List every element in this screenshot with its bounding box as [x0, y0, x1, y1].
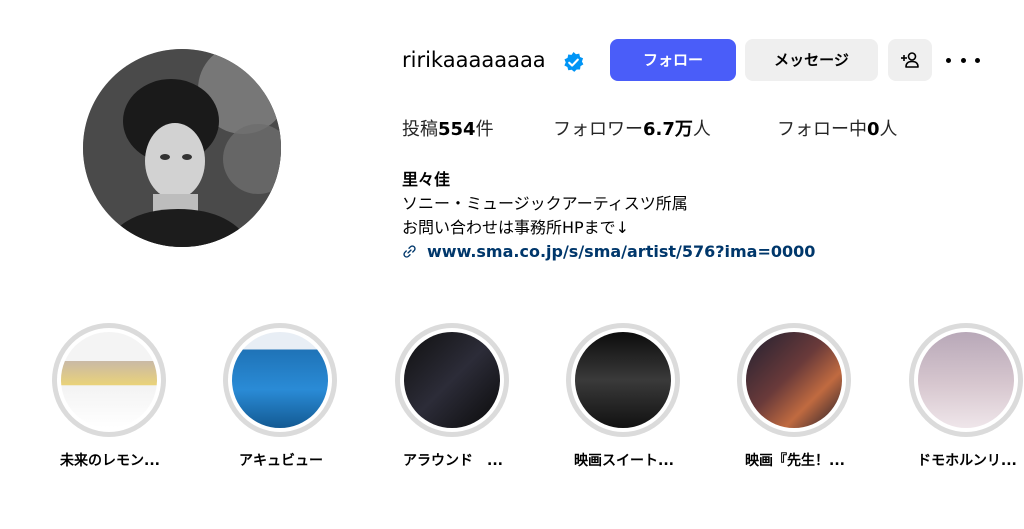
- highlight-label: アキュビュー: [239, 453, 323, 469]
- more-options-icon[interactable]: [946, 45, 980, 75]
- following-label: フォロー中: [777, 119, 867, 140]
- highlight-cover-image: [575, 332, 671, 428]
- highlight-ring: [223, 323, 337, 437]
- dot: [975, 57, 980, 63]
- highlight-label: アラウンド ...: [403, 453, 503, 469]
- bio-text-line: お問い合わせは事務所HPまで↓: [402, 218, 630, 237]
- story-highlight[interactable]: ドモホルンリ...: [902, 323, 1024, 473]
- story-highlight[interactable]: 映画スイート...: [559, 323, 689, 473]
- highlight-cover-image: [232, 332, 328, 428]
- highlight-label: ドモホルンリ...: [917, 453, 1017, 469]
- highlight-ring: [909, 323, 1023, 437]
- highlight-inner: [914, 328, 1018, 432]
- following-count[interactable]: フォロー中0人: [777, 116, 898, 144]
- person-add-icon: [901, 52, 919, 68]
- followers-number: 6.7万: [643, 119, 693, 140]
- following-unit: 人: [879, 119, 898, 140]
- story-highlight[interactable]: 未来のレモン...: [45, 323, 175, 473]
- suggested-users-button[interactable]: [888, 39, 932, 81]
- dot: [960, 57, 966, 63]
- followers-count[interactable]: フォロワー6.7万人: [553, 116, 711, 144]
- highlight-inner: [57, 328, 161, 432]
- verified-badge-icon: [564, 51, 584, 72]
- highlight-ring: [737, 323, 851, 437]
- bio-link-text[interactable]: www.sma.co.jp/s/sma/artist/576?ima=0000: [427, 242, 815, 261]
- profile-page: ririkaaaaaaaa フォロー メッセージ 投稿554件 フォロワー6.7…: [0, 0, 1024, 529]
- highlight-label: 映画『先生！...: [745, 453, 845, 469]
- highlight-ring: [395, 323, 509, 437]
- highlight-cover-image: [918, 332, 1014, 428]
- posts-unit: 件: [475, 119, 494, 140]
- bio-link[interactable]: www.sma.co.jp/s/sma/artist/576?ima=0000: [402, 240, 815, 262]
- highlight-label: 未来のレモン...: [60, 453, 160, 469]
- highlight-inner: [742, 328, 846, 432]
- bio-text-line: ソニー・ミュージックアーティスツ所属: [402, 194, 688, 213]
- followers-unit: 人: [692, 119, 711, 140]
- link-icon: [403, 244, 416, 258]
- highlight-inner: [228, 328, 332, 432]
- highlight-inner: [400, 328, 504, 432]
- story-highlight[interactable]: アラウンド ...: [388, 323, 518, 473]
- highlight-ring: [566, 323, 680, 437]
- dot: [946, 57, 951, 63]
- message-button[interactable]: メッセージ: [745, 39, 878, 81]
- highlight-cover-image: [404, 332, 500, 428]
- story-highlight[interactable]: アキュビュー: [216, 323, 346, 473]
- avatar-photo: [83, 49, 281, 247]
- highlight-inner: [571, 328, 675, 432]
- bio-display-name: 里々佳: [402, 170, 451, 189]
- following-number: 0: [867, 119, 880, 140]
- posts-count: 投稿554件: [402, 116, 494, 144]
- posts-number: 554: [438, 119, 476, 140]
- follow-button[interactable]: フォロー: [610, 39, 736, 81]
- highlight-label: 映画スイート...: [574, 453, 674, 469]
- posts-label: 投稿: [402, 119, 438, 140]
- profile-username: ririkaaaaaaaa: [402, 48, 546, 72]
- story-highlight[interactable]: 映画『先生！...: [730, 323, 860, 473]
- highlight-ring: [52, 323, 166, 437]
- profile-avatar[interactable]: [83, 49, 281, 247]
- highlight-cover-image: [61, 332, 157, 428]
- highlight-cover-image: [746, 332, 842, 428]
- followers-label: フォロワー: [553, 119, 643, 140]
